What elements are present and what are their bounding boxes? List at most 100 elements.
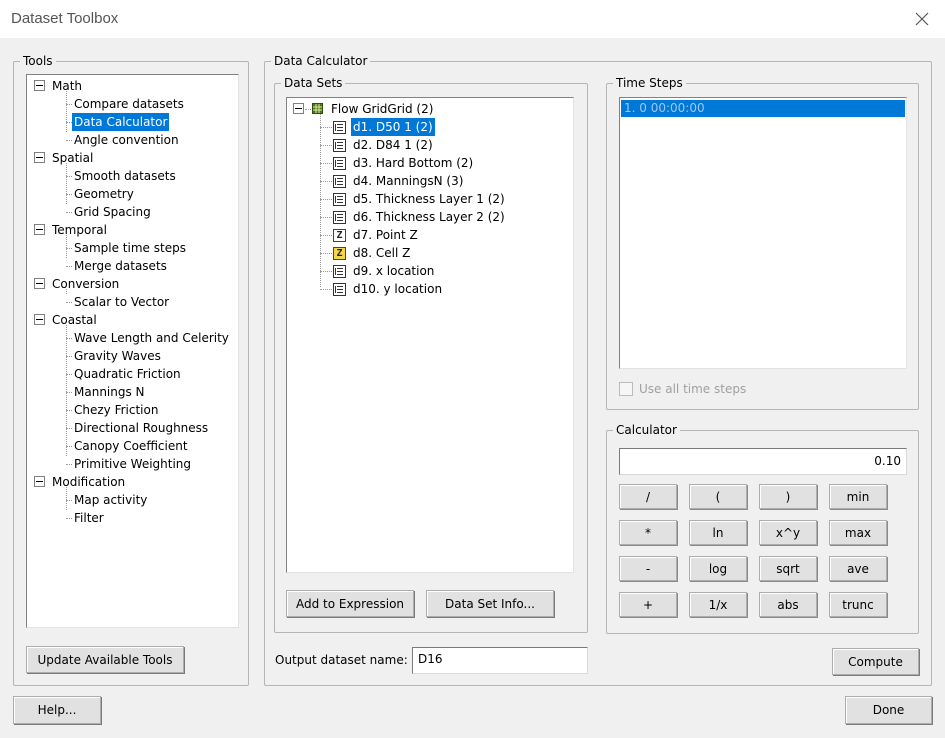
expression-value: 0.10 <box>874 454 901 468</box>
tool-category-label[interactable]: Math <box>52 77 82 95</box>
calc-key-button[interactable]: min <box>829 484 887 509</box>
tool-item[interactable]: Map activity <box>74 491 147 509</box>
data-set-info-button[interactable]: Data Set Info... <box>426 590 554 617</box>
tool-item[interactable]: Sample time steps <box>74 239 186 257</box>
done-button[interactable]: Done <box>845 696 932 724</box>
close-button[interactable] <box>909 7 935 31</box>
tool-item[interactable]: Gravity Waves <box>74 347 161 365</box>
collapse-toggle-icon[interactable] <box>34 80 45 91</box>
tool-item[interactable]: Primitive Weighting <box>74 455 191 473</box>
z-cell-icon: Z <box>333 247 346 260</box>
tree-connector <box>66 302 72 303</box>
dataset-item[interactable]: d3. Hard Bottom (2) <box>353 154 473 172</box>
dataset-item[interactable]: d5. Thickness Layer 1 (2) <box>353 190 505 208</box>
tree-connector <box>320 235 332 236</box>
calc-key-button[interactable]: ave <box>829 556 887 581</box>
tool-item[interactable]: Directional Roughness <box>74 419 208 437</box>
tree-connector <box>320 253 332 254</box>
tool-item[interactable]: Scalar to Vector <box>74 293 169 311</box>
dataset-item[interactable]: d2. D84 1 (2) <box>353 136 433 154</box>
tool-item[interactable]: Angle convention <box>74 131 179 149</box>
calc-key-button[interactable]: abs <box>759 592 817 617</box>
calc-key-button[interactable]: 1/x <box>689 592 747 617</box>
tool-item[interactable]: Grid Spacing <box>74 203 151 221</box>
dataset-item[interactable]: d7. Point Z <box>353 226 418 244</box>
dataset-item[interactable]: d9. x location <box>353 262 434 280</box>
tool-category-label[interactable]: Modification <box>52 473 125 491</box>
compute-button[interactable]: Compute <box>832 648 919 675</box>
tree-connector <box>320 145 332 146</box>
tool-category-label[interactable]: Spatial <box>52 149 93 167</box>
tool-item[interactable]: Quadratic Friction <box>74 365 181 383</box>
dataset-root-label[interactable]: Flow GridGrid (2) <box>331 100 433 118</box>
tree-connector <box>66 356 72 357</box>
tree-connector <box>66 518 72 519</box>
calc-key-button[interactable]: * <box>619 520 677 545</box>
calc-key-button[interactable]: ln <box>689 520 747 545</box>
calc-key-button[interactable]: / <box>619 484 677 509</box>
grid-icon <box>312 103 323 114</box>
calc-key-button[interactable]: sqrt <box>759 556 817 581</box>
time-steps-list[interactable]: 1. 0 00:00:00 <box>619 97 907 369</box>
tool-item[interactable]: Chezy Friction <box>74 401 158 419</box>
calc-key-button[interactable]: log <box>689 556 747 581</box>
update-available-tools-button[interactable]: Update Available Tools <box>26 646 184 673</box>
title-bar: Dataset Toolbox <box>0 0 945 38</box>
calc-key-button[interactable]: x^y <box>759 520 817 545</box>
tree-connector <box>66 374 72 375</box>
tree-connector <box>320 289 332 290</box>
help-button[interactable]: Help... <box>13 696 101 724</box>
tools-tree[interactable]: Math Compare datasets Data Calculator Angle… <box>26 74 239 628</box>
dataset-item[interactable]: d6. Thickness Layer 2 (2) <box>353 208 505 226</box>
calc-key-button[interactable]: + <box>619 592 677 617</box>
tool-item[interactable]: Canopy Coefficient <box>74 437 188 455</box>
use-all-time-steps-checkbox[interactable] <box>619 382 633 396</box>
calc-key-button[interactable]: - <box>619 556 677 581</box>
tree-connector <box>320 271 332 272</box>
dataset-item[interactable]: d8. Cell Z <box>353 244 410 262</box>
dataset-item[interactable]: d1. D50 1 (2) <box>351 118 435 136</box>
time-step-item[interactable]: 1. 0 00:00:00 <box>621 100 905 117</box>
collapse-toggle-icon[interactable] <box>34 278 45 289</box>
tree-connector <box>66 248 72 249</box>
tree-connector <box>66 289 67 294</box>
tool-category-label[interactable]: Temporal <box>52 221 107 239</box>
tool-item[interactable]: Compare datasets <box>74 95 184 113</box>
tool-item[interactable]: Smooth datasets <box>74 167 176 185</box>
tool-category-label[interactable]: Coastal <box>52 311 97 329</box>
output-dataset-label: Output dataset name: <box>275 653 408 667</box>
tree-connector <box>66 446 72 447</box>
data-sets-tree[interactable]: Flow GridGrid (2) d1. D50 1 (2) d2. D84 1 … <box>286 97 574 573</box>
calc-key-button[interactable]: ( <box>689 484 747 509</box>
data-sets-legend: Data Sets <box>281 75 346 91</box>
use-all-time-steps-label: Use all time steps <box>639 382 747 396</box>
expression-field[interactable]: 0.10 <box>619 448 907 475</box>
add-to-expression-button[interactable]: Add to Expression <box>286 590 414 617</box>
collapse-toggle-icon[interactable] <box>34 314 45 325</box>
tool-category-label[interactable]: Conversion <box>52 275 119 293</box>
tool-item[interactable]: Geometry <box>74 185 134 203</box>
time-step-label: 1. 0 00:00:00 <box>624 101 705 115</box>
calc-key-button[interactable]: max <box>829 520 887 545</box>
dataset-item[interactable]: d10. y location <box>353 280 442 298</box>
tree-connector <box>320 217 332 218</box>
tree-connector <box>66 194 72 195</box>
output-dataset-name-field[interactable]: D16 <box>412 647 588 674</box>
tool-item[interactable]: Data Calculator <box>72 113 170 131</box>
dataset-item[interactable]: d4. ManningsN (3) <box>353 172 463 190</box>
output-dataset-value: D16 <box>418 652 443 666</box>
collapse-toggle-icon[interactable] <box>34 476 45 487</box>
tool-item[interactable]: Mannings N <box>74 383 145 401</box>
collapse-toggle-icon[interactable] <box>293 103 304 114</box>
tool-item[interactable]: Wave Length and Celerity <box>74 329 229 347</box>
tree-connector <box>66 325 67 456</box>
collapse-toggle-icon[interactable] <box>34 152 45 163</box>
tree-connector <box>66 338 72 339</box>
tree-connector <box>66 266 72 267</box>
collapse-toggle-icon[interactable] <box>34 224 45 235</box>
tool-item[interactable]: Merge datasets <box>74 257 167 275</box>
close-icon <box>915 12 929 26</box>
calc-key-button[interactable]: trunc <box>829 592 887 617</box>
calc-key-button[interactable]: ) <box>759 484 817 509</box>
tool-item[interactable]: Filter <box>74 509 104 527</box>
